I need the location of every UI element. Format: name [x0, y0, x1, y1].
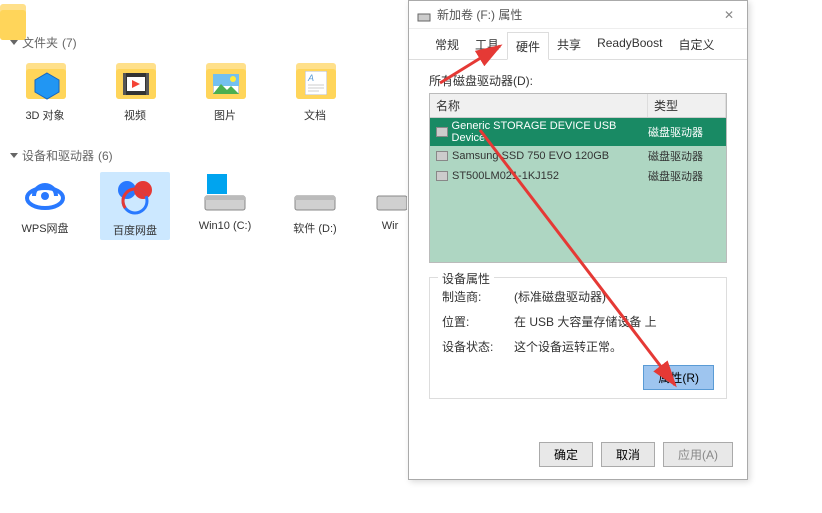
list-row[interactable]: ST500LM021-1KJ152 磁盘驱动器 — [430, 166, 726, 186]
section-folders-count: (7) — [62, 36, 77, 50]
dialog-tabs: 常规 工具 硬件 共享 ReadyBoost 自定义 — [409, 31, 747, 60]
drive-label: 百度网盘 — [113, 222, 157, 238]
folder-icon: A — [290, 59, 340, 103]
explorer-window: 文件夹 (7) 3D 对象 视频 图片 — [0, 0, 420, 513]
drive-label: Win10 (C:) — [199, 220, 252, 232]
drive-baidu[interactable]: 百度网盘 — [100, 172, 170, 240]
dialog-content: 所有磁盘驱动器(D): 名称 类型 Generic STORAGE DEVICE… — [409, 60, 747, 399]
device-list-label: 所有磁盘驱动器(D): — [429, 72, 727, 89]
folders-grid: 3D 对象 视频 图片 A 文档 — [0, 59, 420, 143]
dialog-title: 新加卷 (F:) 属性 — [437, 6, 719, 23]
folder-pictures[interactable]: 图片 — [190, 59, 260, 123]
row-name: Generic STORAGE DEVICE USB Device — [452, 120, 644, 144]
tab-readyboost[interactable]: ReadyBoost — [589, 31, 670, 59]
folder-documents[interactable]: A 文档 — [280, 59, 350, 123]
drive-label: Wir — [382, 220, 399, 232]
dialog-bottom-buttons: 确定 取消 应用(A) — [539, 442, 733, 467]
drive-label: WPS网盘 — [21, 220, 68, 236]
group-label: 设备属性 — [438, 270, 494, 287]
disk-icon — [436, 151, 448, 161]
folder-icon — [110, 59, 160, 103]
device-list[interactable]: 名称 类型 Generic STORAGE DEVICE USB Device … — [429, 93, 727, 263]
properties-dialog: 新加卷 (F:) 属性 ✕ 常规 工具 硬件 共享 ReadyBoost 自定义… — [408, 0, 748, 480]
section-folders-title: 文件夹 — [22, 34, 58, 51]
tab-sharing[interactable]: 共享 — [549, 31, 589, 59]
cloud-icon — [17, 172, 73, 216]
list-body: Generic STORAGE DEVICE USB Device 磁盘驱动器 … — [430, 118, 726, 263]
drive-wps[interactable]: WPS网盘 — [10, 172, 80, 240]
prop-manufacturer-value: (标准磁盘驱动器) — [514, 288, 714, 305]
row-type: 磁盘驱动器 — [648, 148, 720, 164]
folder-label: 3D 对象 — [25, 107, 64, 123]
drive-d[interactable]: 软件 (D:) — [280, 172, 350, 240]
chevron-down-icon — [10, 153, 18, 158]
section-devices-count: (6) — [98, 149, 113, 163]
prop-location-key: 位置: — [442, 313, 514, 330]
tab-tools[interactable]: 工具 — [467, 31, 507, 59]
section-devices-title: 设备和驱动器 — [22, 147, 94, 164]
disk-icon — [436, 171, 448, 181]
drives-grid: WPS网盘 百度网盘 Win10 (C:) 软件 (D:) — [0, 172, 420, 260]
folder-3d-objects[interactable]: 3D 对象 — [10, 59, 80, 123]
folder-label: 图片 — [214, 107, 236, 123]
svg-text:A: A — [307, 73, 314, 83]
tab-general[interactable]: 常规 — [427, 31, 467, 59]
chevron-down-icon — [10, 40, 18, 45]
apply-button[interactable]: 应用(A) — [663, 442, 733, 467]
folder-label: 文档 — [304, 107, 326, 123]
hdd-icon — [287, 172, 343, 216]
device-properties-group: 设备属性 制造商:(标准磁盘驱动器) 位置:在 USB 大容量存储设备 上 设备… — [429, 277, 727, 399]
ok-button[interactable]: 确定 — [539, 442, 593, 467]
prop-manufacturer-key: 制造商: — [442, 288, 514, 305]
folder-icon — [200, 59, 250, 103]
prop-status-key: 设备状态: — [442, 338, 514, 355]
col-type-header[interactable]: 类型 — [648, 94, 726, 117]
folder-label: 视频 — [124, 107, 146, 123]
tab-hardware[interactable]: 硬件 — [507, 32, 549, 60]
tab-custom[interactable]: 自定义 — [670, 31, 722, 59]
prop-status-value: 这个设备运转正常。 — [514, 338, 714, 355]
drive-partial[interactable]: Wir — [370, 172, 410, 240]
device-properties-button[interactable]: 属性(R) — [643, 365, 714, 390]
row-type: 磁盘驱动器 — [648, 124, 720, 140]
hdd-icon — [197, 172, 253, 216]
row-type: 磁盘驱动器 — [648, 168, 720, 184]
baidu-cloud-icon — [107, 174, 163, 218]
drive-label: 软件 (D:) — [293, 220, 336, 236]
section-devices-header[interactable]: 设备和驱动器 (6) — [0, 143, 420, 172]
list-row[interactable]: Generic STORAGE DEVICE USB Device 磁盘驱动器 — [430, 118, 726, 146]
dialog-titlebar[interactable]: 新加卷 (F:) 属性 ✕ — [409, 1, 747, 29]
folder-icon — [20, 59, 70, 103]
folder-partial — [370, 59, 400, 103]
folder-videos[interactable]: 视频 — [100, 59, 170, 123]
disk-icon — [436, 127, 448, 137]
row-name: Samsung SSD 750 EVO 120GB — [452, 150, 609, 162]
drive-c[interactable]: Win10 (C:) — [190, 172, 260, 240]
cancel-button[interactable]: 取消 — [601, 442, 655, 467]
col-name-header[interactable]: 名称 — [430, 94, 648, 117]
section-folders-header[interactable]: 文件夹 (7) — [0, 30, 420, 59]
close-icon[interactable]: ✕ — [719, 8, 739, 22]
list-header: 名称 类型 — [430, 94, 726, 118]
prop-location-value: 在 USB 大容量存储设备 上 — [514, 313, 714, 330]
row-name: ST500LM021-1KJ152 — [452, 170, 559, 182]
list-row[interactable]: Samsung SSD 750 EVO 120GB 磁盘驱动器 — [430, 146, 726, 166]
drive-icon — [417, 8, 431, 22]
